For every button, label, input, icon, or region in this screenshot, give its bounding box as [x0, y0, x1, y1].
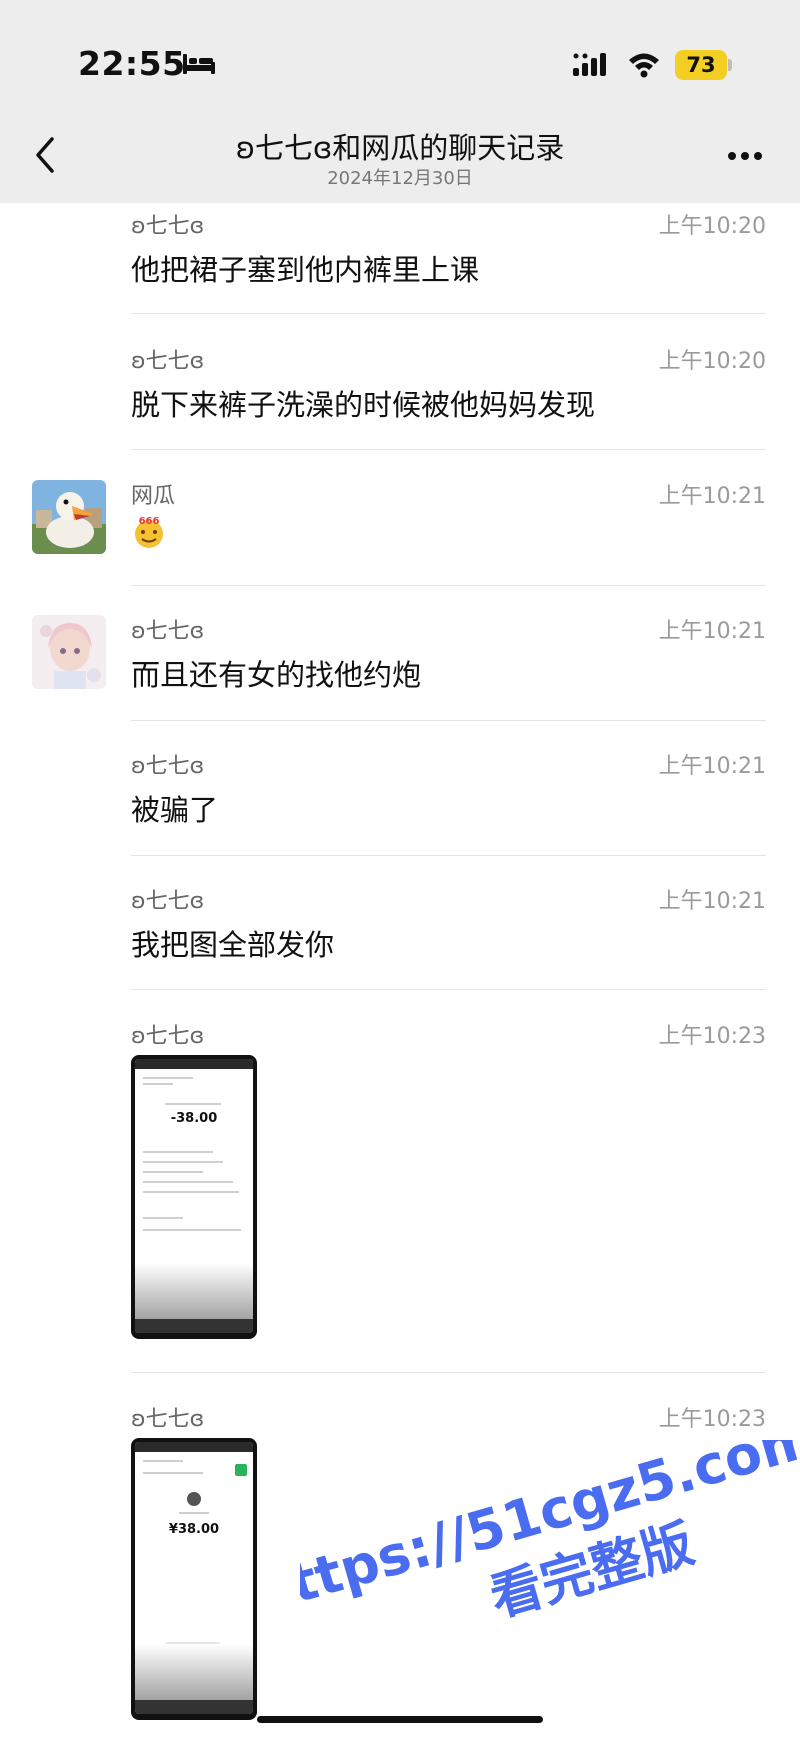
screenshot-line: [165, 1103, 221, 1105]
wifi-icon: [629, 53, 659, 78]
screenshot-line: [143, 1077, 193, 1079]
message-item[interactable]: 网瓜 上午10:21 666: [0, 473, 800, 586]
payment-screenshot-image[interactable]: ¥38.00: [131, 1438, 257, 1720]
screenshot-bottom-bar: [135, 1319, 253, 1333]
avatar-anime-girl[interactable]: [32, 615, 106, 689]
message-item[interactable]: ʚ七七ɞ 上午10:20 脱下来裤子洗澡的时候被他妈妈发现: [0, 338, 800, 450]
screenshot-line: [143, 1171, 203, 1173]
payee-avatar-icon: [187, 1492, 201, 1506]
divider: [131, 720, 766, 721]
divider: [131, 313, 766, 314]
anime-girl-avatar-image: [32, 615, 106, 689]
screenshot-screen: ¥38.00: [135, 1442, 253, 1714]
message-item[interactable]: ʚ七七ɞ 上午10:21 我把图全部发你: [0, 878, 800, 990]
more-options-icon[interactable]: [727, 150, 763, 162]
screenshot-statusbar: [135, 1442, 253, 1452]
message-time: 上午10:21: [658, 754, 766, 779]
screenshot-line: [143, 1151, 213, 1153]
message-time: 上午10:21: [658, 889, 766, 914]
screenshot-statusbar: [135, 1059, 253, 1069]
screenshot-line: [143, 1083, 173, 1085]
sleep-focus-icon: [183, 54, 215, 74]
message-text: 而且还有女的找他约炮: [131, 658, 422, 692]
message-text: 脱下来裤子洗澡的时候被他妈妈发现: [131, 388, 596, 422]
status-time: 22:55: [78, 44, 186, 83]
header-bar: 22:55 73 ʚ七七ɞ和网瓜的聊天记录 2024年12月30日: [0, 0, 800, 203]
divider: [131, 449, 766, 450]
message-item[interactable]: ʚ七七ɞ 上午10:21 被骗了: [0, 743, 800, 856]
watermark: https://51cgz5.com 看完整版: [300, 1440, 800, 1630]
message-sender: ʚ七七ɞ: [131, 1407, 205, 1432]
message-sender: ʚ七七ɞ: [131, 349, 205, 374]
message-time: 上午10:23: [658, 1407, 766, 1432]
payment-screenshot-image[interactable]: -38.00: [131, 1055, 257, 1339]
divider: [131, 855, 766, 856]
message-sender: ʚ七七ɞ: [131, 214, 205, 239]
message-sender: ʚ七七ɞ: [131, 1024, 205, 1049]
message-sender: ʚ七七ɞ: [131, 889, 205, 914]
battery-indicator: 73: [675, 50, 727, 80]
screenshot-line: [143, 1161, 223, 1163]
message-item[interactable]: ʚ七七ɞ 上午10:20 他把裙子塞到他内裤里上课: [0, 203, 800, 314]
message-time: 上午10:20: [658, 214, 766, 239]
message-time: 上午10:20: [658, 349, 766, 374]
message-time: 上午10:21: [658, 619, 766, 644]
screenshot-line: [179, 1512, 209, 1514]
message-text: 我把图全部发你: [131, 928, 335, 962]
chat-title: ʚ七七ɞ和网瓜的聊天记录: [235, 131, 565, 165]
message-item[interactable]: ʚ七七ɞ 上午10:21 而且还有女的找他约炮: [0, 608, 800, 721]
screenshot-line: [143, 1460, 183, 1462]
home-indicator[interactable]: [257, 1716, 543, 1723]
app-badge-icon: [235, 1464, 247, 1476]
message-text: 被骗了: [131, 793, 219, 827]
screenshot-line: [143, 1229, 241, 1231]
screenshot-line: [143, 1217, 183, 1219]
chat-history-screen: 22:55 73 ʚ七七ɞ和网瓜的聊天记录 2024年12月30日 ʚ七七ɞ 上…: [0, 0, 800, 1741]
message-time: 上午10:23: [658, 1024, 766, 1049]
screenshot-line: [143, 1181, 233, 1183]
message-text: 他把裙子塞到他内裤里上课: [131, 253, 480, 287]
emoji-label: 666: [139, 516, 160, 527]
divider: [131, 989, 766, 990]
message-sender: ʚ七七ɞ: [131, 619, 205, 644]
screenshot-bottom-bar: [135, 1700, 253, 1714]
avatar-duck[interactable]: [32, 480, 106, 554]
duck-avatar-image: [32, 480, 106, 554]
divider: [131, 585, 766, 586]
chat-date: 2024年12月30日: [327, 168, 473, 189]
divider: [131, 1372, 766, 1373]
screenshot-amount: -38.00: [170, 1111, 218, 1126]
screenshot-line: [143, 1191, 239, 1193]
message-time: 上午10:21: [658, 484, 766, 509]
screenshot-line: [143, 1472, 203, 1474]
screenshot-screen: -38.00: [135, 1059, 253, 1333]
emoji-666-icon: 666: [135, 516, 163, 548]
message-sender: 网瓜: [131, 484, 176, 509]
cellular-signal-icon: [573, 53, 606, 76]
battery-nub: [728, 59, 732, 71]
screenshot-amount: ¥38.00: [168, 1522, 220, 1537]
message-item[interactable]: ʚ七七ɞ 上午10:23 -38.00: [0, 1013, 800, 1373]
message-sender: ʚ七七ɞ: [131, 754, 205, 779]
